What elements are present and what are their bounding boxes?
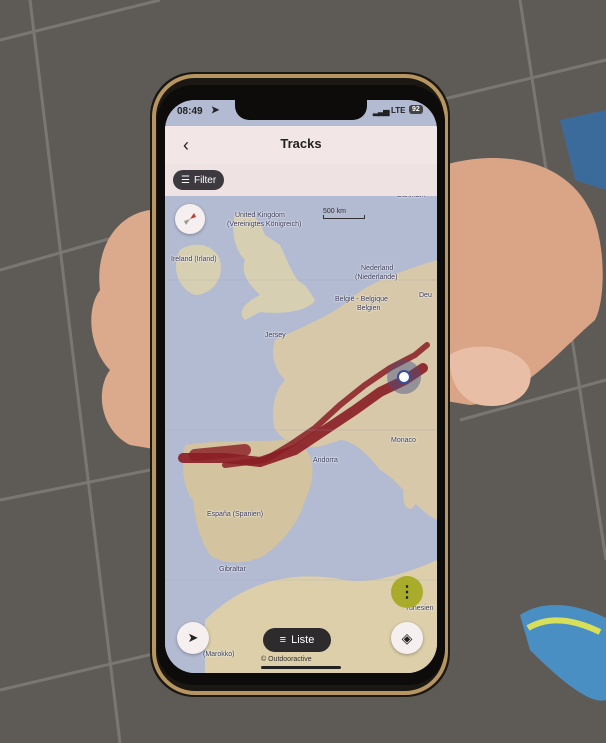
compass-button[interactable] <box>175 204 205 234</box>
location-arrow-icon: ➤ <box>187 630 199 645</box>
list-icon: ≡ <box>279 634 287 646</box>
status-time: 08:49 <box>177 106 203 117</box>
phone-screen: United Kingdom (Vereinigtes Königreich) … <box>165 100 437 673</box>
page-title: Tracks <box>280 136 322 151</box>
label-spain: España (Spanien) <box>207 511 264 518</box>
filter-icon: ☰ <box>181 174 190 186</box>
scale-label: 500 km <box>323 208 346 215</box>
home-indicator <box>261 666 341 669</box>
phone-notch <box>235 100 367 120</box>
label-jersey: Jersey <box>265 332 286 339</box>
label-netherlands-de: (Niederlande) <box>355 274 398 281</box>
location-arrow-status-icon: ➤ <box>211 105 220 116</box>
label-netherlands: Nederland <box>361 265 394 272</box>
map-attribution: © Outdooractive <box>261 656 312 663</box>
label-ireland: Ireland (Irland) <box>171 256 217 263</box>
locate-me-button[interactable]: ➤ <box>177 622 209 654</box>
label-belgium: België - Belgique <box>335 296 388 303</box>
battery-indicator: 92 <box>409 105 423 114</box>
label-uk: United Kingdom <box>235 212 285 219</box>
filter-label: Filter <box>193 174 217 186</box>
compass-icon <box>184 213 196 225</box>
label-andorra: Andorra <box>313 457 338 464</box>
label-uk-de: (Vereinigtes Königreich) <box>227 221 302 228</box>
label-germany: Deu <box>419 292 432 299</box>
location-marker-icon <box>387 360 421 394</box>
signal-icon: ▂▃▅ <box>373 107 390 116</box>
nav-bar: ‹ Tracks <box>165 126 437 164</box>
label-belgium-de: Belgien <box>357 305 381 312</box>
more-icon: ⋮ <box>399 584 415 601</box>
map-scale: 500 km <box>323 208 365 219</box>
label-gibraltar: Gibraltar <box>219 566 246 573</box>
list-button-label: Liste <box>291 634 315 646</box>
list-button[interactable]: ≡ Liste <box>263 628 331 652</box>
label-morocco: (Marokko) <box>203 651 235 658</box>
label-monaco: Monaco <box>391 437 416 444</box>
filter-button[interactable]: ☰ Filter <box>173 170 225 190</box>
network-label: LTE <box>391 106 406 115</box>
layers-button[interactable]: ◈ <box>391 622 423 654</box>
layers-icon: ◈ <box>401 629 413 646</box>
filter-bar: ☰ Filter <box>165 164 437 196</box>
more-button[interactable]: ⋮ <box>391 576 423 608</box>
